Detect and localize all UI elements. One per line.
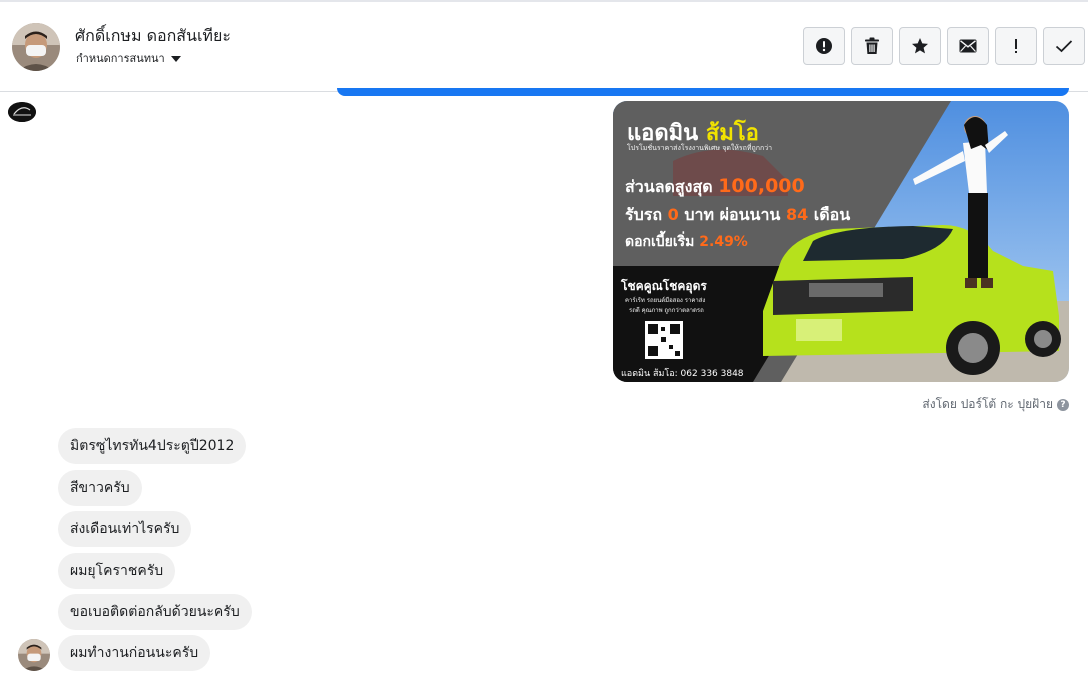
star-button[interactable] (899, 27, 941, 65)
promo-months-value: 84 (785, 205, 809, 224)
message-bubble[interactable]: สีขาวครับ (58, 470, 142, 506)
help-icon[interactable]: ? (1057, 398, 1069, 411)
sender-avatar[interactable] (18, 639, 50, 671)
message-bubble[interactable]: ขอเบอติดต่อกลับด้วยนะครับ (58, 594, 252, 630)
top-divider (0, 0, 1088, 2)
promo-pickup-value: 0 (667, 205, 679, 224)
sent-by-label: ส่งโดย ปอร์โต้ กะ ปุยฝ้าย ? (922, 395, 1069, 414)
delete-button[interactable] (851, 27, 893, 65)
conversation-header: ศักดิ์เกษม ดอกสันเทียะ กำหนดการสนทนา (0, 3, 1088, 92)
promo-image-attachment[interactable]: แอดมิน ส้มโอ โปรโมชั่นราคาส่งโรงงานพิเศษ… (613, 101, 1069, 382)
trash-icon (865, 37, 879, 54)
promo-discount-value: 100,000 (718, 175, 805, 197)
promo-lucky-title: โชคคูณโชคอุดร (621, 279, 707, 293)
promo-lucky-sub-2: รถดี คุณภาพ ถูกกว่าตลาดรถ (629, 307, 704, 314)
contact-name[interactable]: ศักดิ์เกษม ดอกสันเทียะ (75, 24, 231, 49)
message-bubble[interactable]: ผมทำงานก่อนนะครับ (58, 635, 211, 671)
promo-months-suffix: เดือน (813, 205, 851, 224)
follow-up-button[interactable] (995, 27, 1037, 65)
star-icon (912, 38, 928, 54)
header-toolbar (803, 27, 1085, 65)
check-icon (1055, 40, 1073, 53)
done-button[interactable] (1043, 27, 1085, 65)
mark-unread-button[interactable] (947, 27, 989, 65)
promo-contact: แอดมิน ส้มโอ: 062 336 3848 (621, 369, 744, 379)
sent-by-text: ส่งโดย ปอร์โต้ กะ ปุยฝ้าย (922, 397, 1053, 411)
promo-discount-label: ส่วนลดสูงสุด (625, 177, 713, 196)
message-bubble[interactable]: มิตรซูไทรทัน4ประตูปี2012 (58, 428, 247, 464)
promo-tagline: โปรโมชั่นราคาส่งโรงงานพิเศษ จุดให้รถที่ถ… (627, 144, 773, 152)
message-bubble[interactable]: ผมยุโคราชครับ (58, 553, 176, 589)
message-bubble[interactable]: ส่งเดือนเท่าไรครับ (58, 511, 192, 547)
promo-pickup-prefix: รับรถ (625, 205, 663, 224)
spam-button[interactable] (803, 27, 845, 65)
caret-down-icon (170, 56, 181, 62)
exclamation-icon (1015, 39, 1017, 53)
alert-circle-icon (816, 38, 832, 54)
promo-pickup-mid: บาท ผ่อนนาน (684, 205, 781, 224)
assign-label: กำหนดการสนทนา (76, 52, 165, 65)
contact-avatar[interactable] (12, 23, 60, 71)
promo-interest-value: 2.49% (699, 234, 748, 250)
envelope-icon (959, 39, 977, 53)
previous-message-bubble (337, 88, 1069, 96)
assign-conversation-dropdown[interactable]: กำหนดการสนทนา (76, 49, 181, 67)
page-avatar[interactable] (8, 102, 36, 122)
promo-lucky-sub-1: คาร์เร้ท รถยนต์มือสอง ราคาส่ง (625, 297, 706, 304)
promo-interest-label: ดอกเบี้ยเริ่ม (625, 234, 695, 250)
